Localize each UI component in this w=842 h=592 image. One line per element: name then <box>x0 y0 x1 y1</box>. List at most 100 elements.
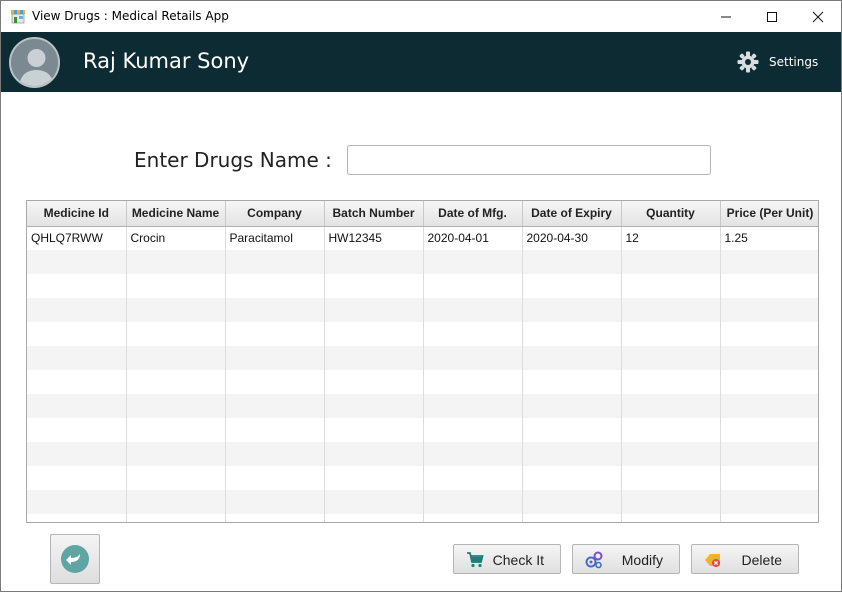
empty-table-cell <box>225 250 325 274</box>
empty-table-cell <box>126 298 226 322</box>
empty-table-cell <box>324 394 424 418</box>
empty-table-cell <box>522 394 622 418</box>
table-cell: 2020-04-01 <box>423 226 523 250</box>
empty-table-cell <box>225 466 325 490</box>
maximize-icon <box>767 11 777 22</box>
empty-table-cell <box>522 514 622 522</box>
empty-table-cell <box>225 442 325 466</box>
empty-table-cell <box>720 298 818 322</box>
check-it-label: Check It <box>492 552 544 568</box>
check-it-button[interactable]: Check It <box>453 544 561 574</box>
empty-table-cell <box>126 274 226 298</box>
empty-table-cell <box>126 442 226 466</box>
empty-table-cell <box>621 418 721 442</box>
maximize-button[interactable] <box>749 1 795 32</box>
empty-table-cell <box>324 346 424 370</box>
empty-table-row <box>27 418 818 442</box>
empty-table-cell <box>324 298 424 322</box>
empty-table-cell <box>27 322 127 346</box>
empty-table-cell <box>621 442 721 466</box>
avatar[interactable] <box>9 37 60 88</box>
table-cell: Crocin <box>126 226 226 250</box>
table-cell: QHLQ7RWW <box>27 226 127 250</box>
empty-table-cell <box>621 298 721 322</box>
empty-table-cell <box>324 466 424 490</box>
empty-table-cell <box>225 394 325 418</box>
empty-table-cell <box>324 490 424 514</box>
empty-table-cell <box>522 418 622 442</box>
empty-table-row <box>27 346 818 370</box>
empty-table-row <box>27 250 818 274</box>
empty-table-cell <box>225 298 325 322</box>
settings-button[interactable]: Settings <box>737 51 818 73</box>
column-header[interactable]: Company <box>225 201 325 227</box>
empty-table-cell <box>621 322 721 346</box>
column-header[interactable]: Medicine Id <box>27 201 127 227</box>
empty-table-cell <box>126 418 226 442</box>
table-cell: 12 <box>621 226 721 250</box>
empty-table-cell <box>423 394 523 418</box>
empty-table-cell <box>423 322 523 346</box>
empty-table-cell <box>522 322 622 346</box>
empty-table-cell <box>621 466 721 490</box>
column-header[interactable]: Batch Number <box>324 201 424 227</box>
empty-table-cell <box>324 370 424 394</box>
table-cell: 1.25 <box>720 226 818 250</box>
empty-table-cell <box>126 346 226 370</box>
delete-button[interactable]: Delete <box>691 544 799 574</box>
minimize-icon <box>721 16 731 17</box>
modify-label: Modify <box>621 552 663 568</box>
empty-table-cell <box>324 322 424 346</box>
empty-table-cell <box>522 370 622 394</box>
close-button[interactable] <box>795 1 841 32</box>
table-row[interactable]: QHLQ7RWW Crocin Paracitamol HW12345 2020… <box>27 226 818 250</box>
close-icon <box>812 11 824 22</box>
empty-table-cell <box>720 370 818 394</box>
empty-table-cell <box>27 490 127 514</box>
empty-table-cell <box>126 394 226 418</box>
empty-table-row <box>27 322 818 346</box>
column-header[interactable]: Date of Expiry <box>522 201 622 227</box>
empty-table-cell <box>621 250 721 274</box>
empty-table-cell <box>522 442 622 466</box>
modify-button[interactable]: Modify <box>572 544 680 574</box>
back-button[interactable] <box>50 534 100 584</box>
column-header[interactable]: Medicine Name <box>126 201 226 227</box>
empty-table-cell <box>225 418 325 442</box>
drugs-table[interactable]: Medicine Id Medicine Name Company Batch … <box>26 200 819 523</box>
empty-table-cell <box>324 442 424 466</box>
empty-table-cell <box>27 274 127 298</box>
empty-table-cell <box>522 250 622 274</box>
empty-table-cell <box>225 322 325 346</box>
empty-table-cell <box>324 274 424 298</box>
empty-table-cell <box>423 274 523 298</box>
table-cell: Paracitamol <box>225 226 325 250</box>
empty-table-cell <box>423 346 523 370</box>
delete-label: Delete <box>741 552 782 568</box>
gear-icon <box>737 51 759 73</box>
window-title: View Drugs : Medical Retails App <box>32 9 229 23</box>
empty-table-cell <box>720 490 818 514</box>
column-header[interactable]: Date of Mfg. <box>423 201 523 227</box>
empty-table-cell <box>720 346 818 370</box>
empty-table-cell <box>324 514 424 522</box>
empty-table-cell <box>621 394 721 418</box>
title-bar: View Drugs : Medical Retails App <box>1 1 841 32</box>
empty-table-cell <box>720 274 818 298</box>
empty-table-cell <box>126 466 226 490</box>
minimize-button[interactable] <box>703 1 749 32</box>
column-header[interactable]: Quantity <box>621 201 721 227</box>
empty-table-row <box>27 514 818 522</box>
empty-table-cell <box>522 490 622 514</box>
column-header[interactable]: Price (Per Unit) <box>720 201 818 227</box>
empty-table-cell <box>126 490 226 514</box>
empty-table-cell <box>621 490 721 514</box>
empty-table-cell <box>225 514 325 522</box>
empty-table-cell <box>27 346 127 370</box>
empty-table-cell <box>423 250 523 274</box>
empty-table-cell <box>522 298 622 322</box>
empty-table-cell <box>423 514 523 522</box>
empty-table-cell <box>621 274 721 298</box>
drug-name-input[interactable] <box>347 145 711 175</box>
empty-table-cell <box>126 514 226 522</box>
